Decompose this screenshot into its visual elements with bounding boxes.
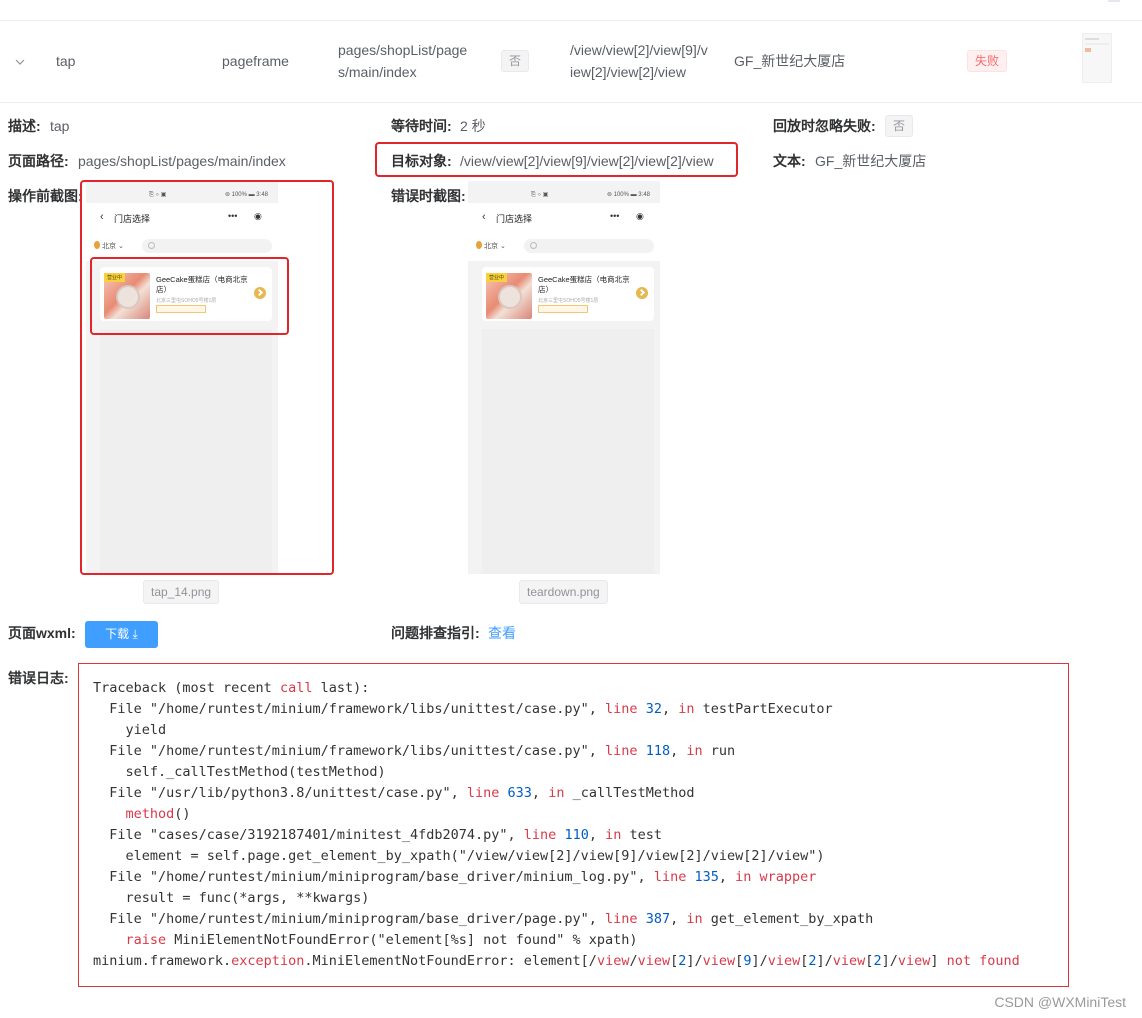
before-screenshot-label: 操作前截图: [8, 188, 83, 204]
step-row[interactable]: tap pageframe pages/shopList/page s/main… [0, 21, 1142, 103]
log-line: yield [93, 722, 167, 738]
log-line: Traceback (most recent call last): [93, 680, 370, 696]
download-button[interactable]: 下载 ⤓ [85, 621, 158, 648]
store-card: 营业中 GeeCake蛋糕店（电商北京店） 北京三里屯SOHO5号楼1层 [482, 267, 654, 321]
capsule-menu: ••• ◉ [610, 210, 652, 226]
wait-label: 等待时间: [391, 118, 452, 134]
store-hours [538, 305, 588, 313]
step-target-line2: iew[2]/view[2]/view [570, 64, 686, 80]
target-value: /view/view[2]/view[9]/view[2]/view[2]/vi… [460, 153, 714, 169]
log-line: File "/home/runtest/minium/framework/lib… [93, 743, 736, 759]
wxml-label: 页面wxml: [8, 625, 76, 641]
back-icon: ‹ [482, 211, 486, 223]
open-badge: 营业中 [486, 273, 508, 282]
wait-value: 2 秒 [460, 118, 486, 134]
store-card-highlight [90, 257, 289, 335]
log-line: File "/home/runtest/minium/miniprogram/b… [93, 911, 874, 927]
location-pin-icon [476, 241, 482, 249]
ignore-label: 回放时忽略失败: [773, 118, 876, 134]
status-badge: 失败 [967, 50, 1008, 72]
desc-label: 描述: [8, 118, 41, 134]
step-text: GF_新世纪大厦店 [734, 53, 846, 69]
log-line: File "cases/case/3192187401/minitest_4fd… [93, 827, 662, 843]
top-scroll-stub [1108, 0, 1120, 2]
log-line: File "/home/runtest/minium/miniprogram/b… [93, 869, 817, 885]
error-screenshot-label: 错误时截图: [391, 188, 466, 204]
step-path-line2: s/main/index [338, 64, 417, 80]
step-action: tap [56, 53, 76, 69]
log-line: minium.framework.exception.MiniElementNo… [93, 953, 1020, 969]
more-icon: ••• [610, 211, 620, 221]
error-log-label: 错误日志: [8, 670, 69, 686]
navigate-icon [636, 287, 648, 299]
text-value: GF_新世纪大厦店 [815, 153, 927, 169]
step-flag-tag: 否 [501, 50, 530, 72]
status-bar-left: ⎘ ⌔ ▣ [531, 192, 549, 198]
text-label: 文本: [773, 153, 806, 169]
log-line: raise MiniElementNotFoundError("element[… [125, 932, 638, 948]
ignore-tag: 否 [885, 115, 914, 137]
log-line: File "/usr/lib/python3.8/unittest/case.p… [93, 785, 695, 801]
error-log-box[interactable]: Traceback (most recent call last): File … [78, 663, 1069, 987]
phone-search-bar [524, 239, 654, 253]
path-value: pages/shopList/pages/main/index [78, 153, 286, 169]
step-path-line1: pages/shopList/page [338, 42, 468, 58]
before-screenshot-highlight [80, 180, 334, 575]
phone-empty-area [482, 329, 654, 574]
store-address: 北京三里屯SOHO5号楼1层 [538, 298, 599, 304]
path-label: 页面路径: [8, 153, 69, 169]
step-target-line1: /view/view[2]/view[9]/v [570, 42, 708, 58]
error-file-name: teardown.png [519, 580, 608, 604]
guide-link[interactable]: 查看 [488, 623, 516, 643]
target-label: 目标对象: [391, 153, 452, 169]
status-bar-right: ⊚ 100% ▬ 3:48 [606, 192, 650, 198]
log-line: File "/home/runtest/minium/framework/lib… [93, 701, 833, 717]
chevron-down-icon[interactable] [14, 56, 26, 68]
phone-nav: ‹ 门店选择 ••• ◉ [468, 203, 660, 233]
guide-label: 问题排查指引: [391, 625, 480, 641]
log-line: element = self.page.get_element_by_xpath… [93, 848, 825, 864]
step-thumbnail[interactable] [1082, 33, 1112, 83]
before-file-name: tap_14.png [143, 580, 220, 604]
store-name: GeeCake蛋糕店（电商北京店） [538, 275, 630, 294]
error-log-text: Traceback (most recent call last): File … [93, 678, 1020, 972]
log-line: method() [125, 806, 191, 822]
city-label: 北京 ⌄ [484, 243, 506, 250]
search-icon [530, 242, 537, 249]
watermark: CSDN @WXMiniTest [994, 994, 1126, 1010]
step-frame: pageframe [222, 53, 289, 69]
desc-value: tap [50, 118, 70, 134]
log-line: self._callTestMethod(testMethod) [93, 764, 386, 780]
error-screenshot[interactable]: ⎘ ⌔ ▣ ⊚ 100% ▬ 3:48 ‹ 门店选择 ••• ◉ 北京 ⌄ 营业中 … [468, 181, 660, 574]
log-line: result = func(*args, **kwargs) [93, 890, 370, 906]
record-icon: ◉ [636, 211, 644, 221]
location-bar: 北京 ⌄ [468, 233, 660, 261]
phone-title: 门店选择 [496, 214, 533, 224]
